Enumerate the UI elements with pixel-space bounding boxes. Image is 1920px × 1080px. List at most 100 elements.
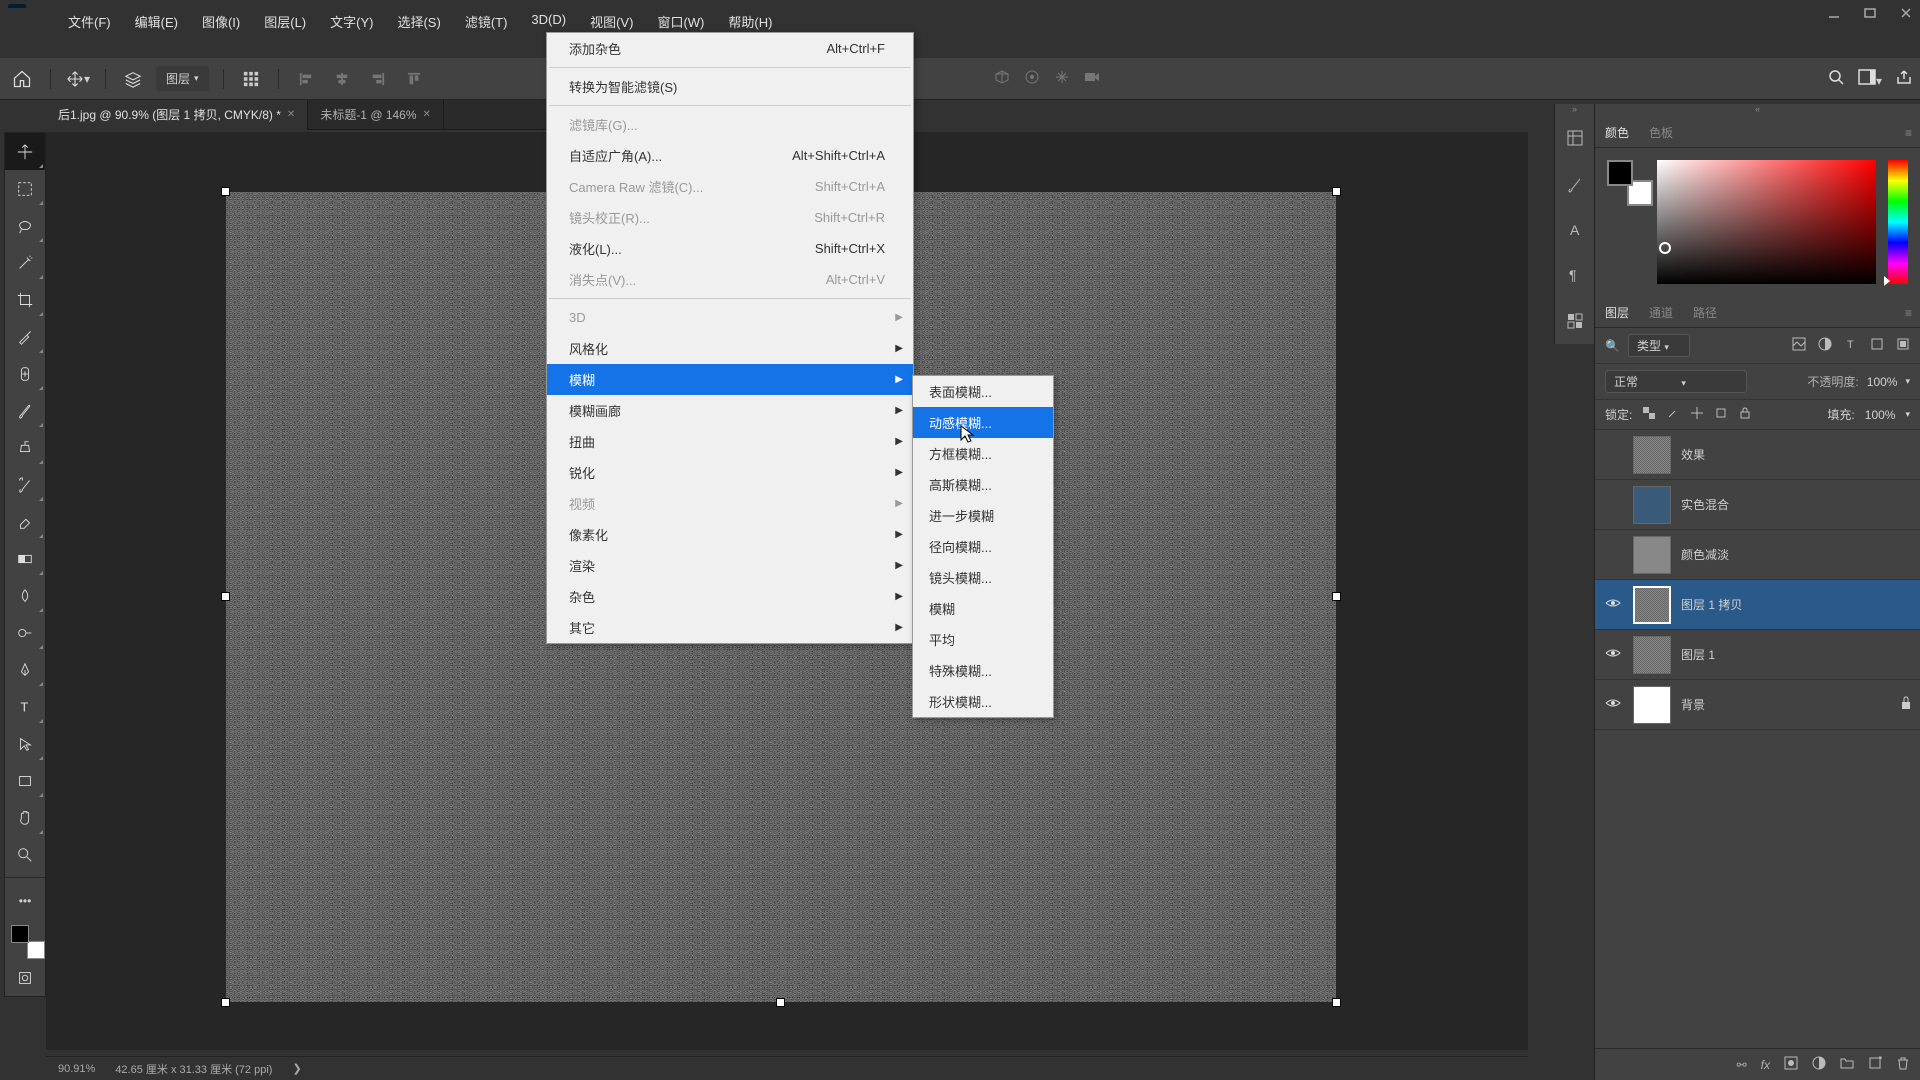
zoom-level[interactable]: 90.91%: [58, 1063, 95, 1075]
menu-item[interactable]: 自适应广角(A)...Alt+Shift+Ctrl+A: [547, 140, 913, 171]
submenu-item[interactable]: 方框模糊...: [913, 438, 1053, 469]
color-field[interactable]: [1657, 160, 1876, 284]
edit-toolbar[interactable]: •••: [5, 882, 45, 919]
layer-item[interactable]: 实色混合: [1595, 480, 1920, 530]
transform-handle[interactable]: [221, 592, 230, 601]
marquee-tool[interactable]: [5, 170, 45, 207]
layer-fx-icon[interactable]: fx: [1761, 1058, 1770, 1072]
share-icon[interactable]: [1896, 69, 1912, 88]
submenu-item[interactable]: 模糊: [913, 593, 1053, 624]
doc-info-arrow[interactable]: ❯: [292, 1062, 301, 1075]
transform-handle[interactable]: [1332, 187, 1341, 196]
submenu-item[interactable]: 径向模糊...: [913, 531, 1053, 562]
clone-stamp-tool[interactable]: [5, 429, 45, 466]
magic-wand-tool[interactable]: [5, 244, 45, 281]
brush-tool[interactable]: [5, 392, 45, 429]
filter-smart-icon[interactable]: [1896, 337, 1910, 354]
transform-handle[interactable]: [776, 998, 785, 1007]
align-right-icon[interactable]: [365, 66, 391, 92]
pen-tool[interactable]: [5, 651, 45, 688]
history-panel-icon[interactable]: [1555, 115, 1594, 161]
tab-layers[interactable]: 图层: [1603, 300, 1631, 325]
layer-name[interactable]: 背景: [1681, 696, 1705, 713]
doc-info[interactable]: 42.65 厘米 x 31.33 厘米 (72 ppi): [115, 1061, 272, 1077]
layer-mask-icon[interactable]: [1784, 1056, 1798, 1073]
filter-adjust-icon[interactable]: [1818, 337, 1832, 354]
menu-item[interactable]: 锐化▶: [547, 457, 913, 488]
lock-transparency-icon[interactable]: [1642, 406, 1656, 423]
character-panel-icon[interactable]: ¶: [1555, 252, 1594, 298]
quick-mask-tool[interactable]: [5, 959, 45, 996]
menu-item[interactable]: 其它▶: [547, 612, 913, 643]
move-tool[interactable]: [5, 133, 45, 170]
zoom-tool[interactable]: [5, 836, 45, 873]
healing-brush-tool[interactable]: [5, 355, 45, 392]
menubar-item[interactable]: 窗口(W): [645, 8, 716, 35]
submenu-item[interactable]: 表面模糊...: [913, 376, 1053, 407]
menu-item[interactable]: 扭曲▶: [547, 426, 913, 457]
menubar-item[interactable]: 编辑(E): [123, 8, 190, 35]
hue-slider[interactable]: [1888, 160, 1908, 284]
lock-all-icon[interactable]: [1738, 406, 1752, 423]
3d-camera-icon[interactable]: [1054, 69, 1070, 88]
transform-handle[interactable]: [221, 998, 230, 1007]
menu-item[interactable]: 杂色▶: [547, 581, 913, 612]
menubar-item[interactable]: 滤镜(T): [453, 8, 520, 35]
tab-paths[interactable]: 路径: [1691, 300, 1719, 325]
home-icon[interactable]: [8, 65, 36, 93]
minimize-button[interactable]: [1828, 7, 1840, 19]
menubar-item[interactable]: 图层(L): [252, 8, 318, 35]
layers-icon[interactable]: [120, 66, 146, 92]
lock-position-icon[interactable]: [1690, 406, 1704, 423]
color-swatches[interactable]: [5, 919, 45, 959]
layer-thumbnail[interactable]: [1633, 536, 1671, 574]
delete-layer-icon[interactable]: [1896, 1056, 1910, 1073]
collapse-icon[interactable]: «: [1595, 104, 1920, 118]
tab-swatches[interactable]: 色板: [1647, 120, 1675, 145]
3d-pivot-icon[interactable]: [1024, 69, 1040, 88]
menubar-item[interactable]: 帮助(H): [716, 8, 784, 35]
workspace-icon[interactable]: ▾: [1858, 69, 1882, 88]
lasso-tool[interactable]: [5, 207, 45, 244]
layer-item[interactable]: 效果: [1595, 430, 1920, 480]
layer-name[interactable]: 图层 1: [1681, 646, 1715, 663]
align-top-icon[interactable]: [401, 66, 427, 92]
link-layers-icon[interactable]: ⚯: [1737, 1058, 1747, 1072]
transform-handle[interactable]: [1332, 592, 1341, 601]
menu-item[interactable]: 像素化▶: [547, 519, 913, 550]
crop-tool[interactable]: [5, 281, 45, 318]
collapse-icon[interactable]: »: [1555, 104, 1594, 115]
visibility-toggle[interactable]: [1603, 597, 1623, 612]
search-icon[interactable]: [1828, 69, 1844, 88]
layer-filter-select[interactable]: 类型 ▾: [1628, 334, 1690, 357]
maximize-button[interactable]: [1864, 7, 1876, 19]
eyedropper-tool[interactable]: [5, 318, 45, 355]
adjustment-layer-icon[interactable]: [1812, 1056, 1826, 1073]
layer-item[interactable]: 颜色减淡: [1595, 530, 1920, 580]
type-tool[interactable]: T: [5, 688, 45, 725]
blur-tool[interactable]: [5, 577, 45, 614]
lock-pixels-icon[interactable]: [1666, 406, 1680, 423]
panel-menu-icon[interactable]: ≡: [1905, 126, 1912, 140]
layer-item[interactable]: 图层 1 拷贝: [1595, 580, 1920, 630]
layer-thumbnail[interactable]: [1633, 686, 1671, 724]
layer-name[interactable]: 效果: [1681, 446, 1705, 463]
menu-item[interactable]: 模糊画廊▶: [547, 395, 913, 426]
layer-group-icon[interactable]: [1840, 1056, 1854, 1073]
layer-thumbnail[interactable]: [1633, 436, 1671, 474]
eraser-tool[interactable]: [5, 503, 45, 540]
paragraph-panel-icon[interactable]: A: [1555, 207, 1594, 253]
submenu-item[interactable]: 平均: [913, 624, 1053, 655]
menubar-item[interactable]: 文字(Y): [318, 8, 385, 35]
3d-video-icon[interactable]: [1084, 69, 1100, 88]
visibility-toggle[interactable]: [1603, 647, 1623, 662]
3d-mode-icon[interactable]: [994, 69, 1010, 88]
close-icon[interactable]: ✕: [287, 109, 295, 120]
color-swatch[interactable]: [1607, 160, 1645, 198]
menu-item[interactable]: 风格化▶: [547, 333, 913, 364]
menubar-item[interactable]: 选择(S): [385, 8, 452, 35]
menubar-item[interactable]: 3D(D): [519, 8, 578, 31]
submenu-item[interactable]: 形状模糊...: [913, 686, 1053, 717]
menu-item[interactable]: 液化(L)...Shift+Ctrl+X: [547, 233, 913, 264]
grid-align-icon[interactable]: [238, 66, 264, 92]
